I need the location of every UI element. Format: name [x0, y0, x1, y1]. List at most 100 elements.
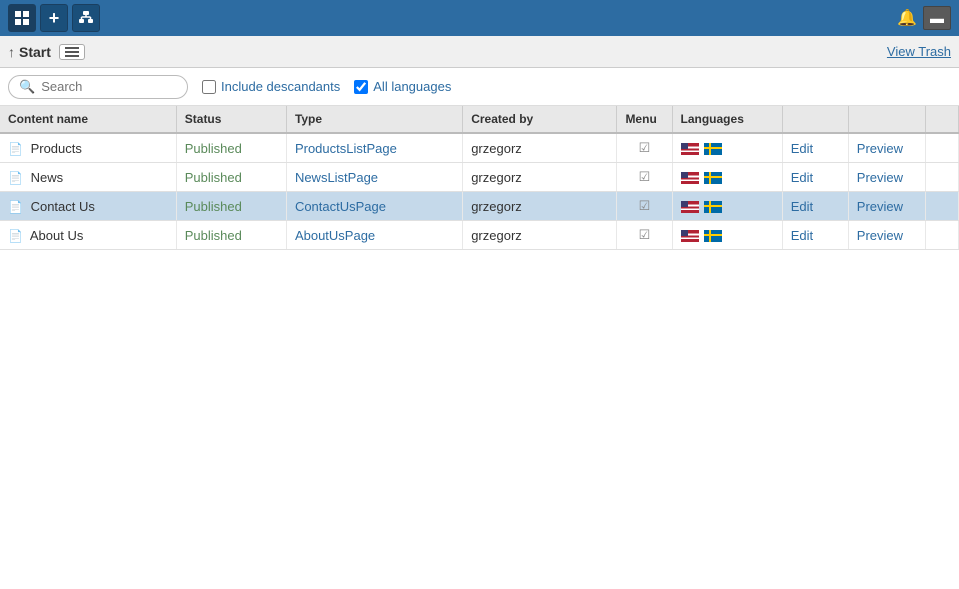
cell-status: Published	[176, 192, 286, 221]
breadcrumb-menu-button[interactable]	[59, 44, 85, 60]
menu-checkbox: ☑	[639, 169, 651, 184]
home-button[interactable]	[8, 4, 36, 32]
menu-checkbox: ☑	[639, 198, 651, 213]
doc-icon: 📄	[8, 171, 23, 185]
preview-link[interactable]: Preview	[857, 199, 903, 214]
cell-languages	[672, 192, 782, 221]
cell-menu: ☑	[617, 192, 672, 221]
content-name-text: About Us	[30, 228, 83, 243]
cell-languages	[672, 221, 782, 250]
table-body: 📄 Products Published ProductsListPage gr…	[0, 133, 959, 250]
page-title: Start	[19, 44, 51, 60]
cell-status: Published	[176, 133, 286, 163]
include-descendants-checkbox[interactable]	[202, 80, 216, 94]
col-preview	[848, 106, 925, 133]
include-descendants-label[interactable]: Include descandants	[221, 79, 340, 94]
flag-us-icon	[681, 230, 699, 242]
all-languages-checkbox[interactable]	[354, 80, 368, 94]
doc-icon: 📄	[8, 229, 23, 243]
cell-extra	[925, 163, 958, 192]
breadcrumb-left: ↑ Start	[8, 44, 85, 60]
cell-extra	[925, 133, 958, 163]
doc-icon: 📄	[8, 142, 23, 156]
preview-link[interactable]: Preview	[857, 170, 903, 185]
cell-preview[interactable]: Preview	[848, 192, 925, 221]
cell-preview[interactable]: Preview	[848, 133, 925, 163]
all-languages-label[interactable]: All languages	[373, 79, 451, 94]
table-header: Content name Status Type Created by Menu…	[0, 106, 959, 133]
col-edit	[782, 106, 848, 133]
edit-link[interactable]: Edit	[791, 199, 813, 214]
flag-se-icon	[704, 172, 722, 184]
cell-name: 📄 News	[0, 163, 176, 192]
col-content-name: Content name	[0, 106, 176, 133]
cell-preview[interactable]: Preview	[848, 163, 925, 192]
search-input[interactable]	[41, 79, 181, 94]
content-area: Content name Status Type Created by Menu…	[0, 106, 959, 589]
cell-menu: ☑	[617, 133, 672, 163]
table-row[interactable]: 📄 Products Published ProductsListPage gr…	[0, 133, 959, 163]
preview-link[interactable]: Preview	[857, 141, 903, 156]
col-languages: Languages	[672, 106, 782, 133]
include-descendants-option: Include descandants	[202, 79, 340, 94]
sitemap-button[interactable]	[72, 4, 100, 32]
all-languages-option: All languages	[354, 79, 451, 94]
col-menu: Menu	[617, 106, 672, 133]
flag-se-icon	[704, 230, 722, 242]
cell-status: Published	[176, 221, 286, 250]
preview-link[interactable]: Preview	[857, 228, 903, 243]
flag-us-icon	[681, 143, 699, 155]
flag-se-icon	[704, 201, 722, 213]
cell-type: ProductsListPage	[286, 133, 462, 163]
cell-created-by: grzegorz	[463, 163, 617, 192]
col-status: Status	[176, 106, 286, 133]
cell-name: 📄 About Us	[0, 221, 176, 250]
cell-edit[interactable]: Edit	[782, 192, 848, 221]
content-name-text: Contact Us	[31, 199, 95, 214]
cell-name: 📄 Contact Us	[0, 192, 176, 221]
cell-edit[interactable]: Edit	[782, 133, 848, 163]
toolbar-left: +	[8, 4, 100, 32]
add-button[interactable]: +	[40, 4, 68, 32]
breadcrumb-right: View Trash	[887, 44, 951, 59]
col-extra	[925, 106, 958, 133]
filter-options: Include descandants All languages	[202, 79, 451, 94]
cell-type: ContactUsPage	[286, 192, 462, 221]
cell-name: 📄 Products	[0, 133, 176, 163]
cell-created-by: grzegorz	[463, 192, 617, 221]
col-created-by: Created by	[463, 106, 617, 133]
up-arrow-icon[interactable]: ↑	[8, 44, 15, 60]
top-toolbar: + 🔔 ▬	[0, 0, 959, 36]
search-icon: 🔍	[19, 79, 35, 95]
notification-button[interactable]: 🔔	[897, 8, 917, 28]
cell-status: Published	[176, 163, 286, 192]
toolbar-right: 🔔 ▬	[897, 6, 951, 30]
cell-created-by: grzegorz	[463, 221, 617, 250]
window-button[interactable]: ▬	[923, 6, 951, 30]
view-trash-link[interactable]: View Trash	[887, 44, 951, 59]
table-row[interactable]: 📄 Contact Us Published ContactUsPage grz…	[0, 192, 959, 221]
breadcrumb-bar: ↑ Start View Trash	[0, 36, 959, 68]
cell-preview[interactable]: Preview	[848, 221, 925, 250]
flag-us-icon	[681, 201, 699, 213]
edit-link[interactable]: Edit	[791, 141, 813, 156]
table-row[interactable]: 📄 News Published NewsListPage grzegorz ☑…	[0, 163, 959, 192]
filter-bar: 🔍 Include descandants All languages	[0, 68, 959, 106]
menu-checkbox: ☑	[639, 140, 651, 155]
cell-languages	[672, 133, 782, 163]
edit-link[interactable]: Edit	[791, 228, 813, 243]
content-name-text: Products	[31, 141, 82, 156]
cell-menu: ☑	[617, 221, 672, 250]
cell-extra	[925, 192, 958, 221]
cell-type: NewsListPage	[286, 163, 462, 192]
cell-edit[interactable]: Edit	[782, 221, 848, 250]
edit-link[interactable]: Edit	[791, 170, 813, 185]
table-row[interactable]: 📄 About Us Published AboutUsPage grzegor…	[0, 221, 959, 250]
cell-edit[interactable]: Edit	[782, 163, 848, 192]
cell-extra	[925, 221, 958, 250]
flag-se-icon	[704, 143, 722, 155]
content-table: Content name Status Type Created by Menu…	[0, 106, 959, 250]
content-name-text: News	[31, 170, 64, 185]
menu-checkbox: ☑	[639, 227, 651, 242]
cell-type: AboutUsPage	[286, 221, 462, 250]
